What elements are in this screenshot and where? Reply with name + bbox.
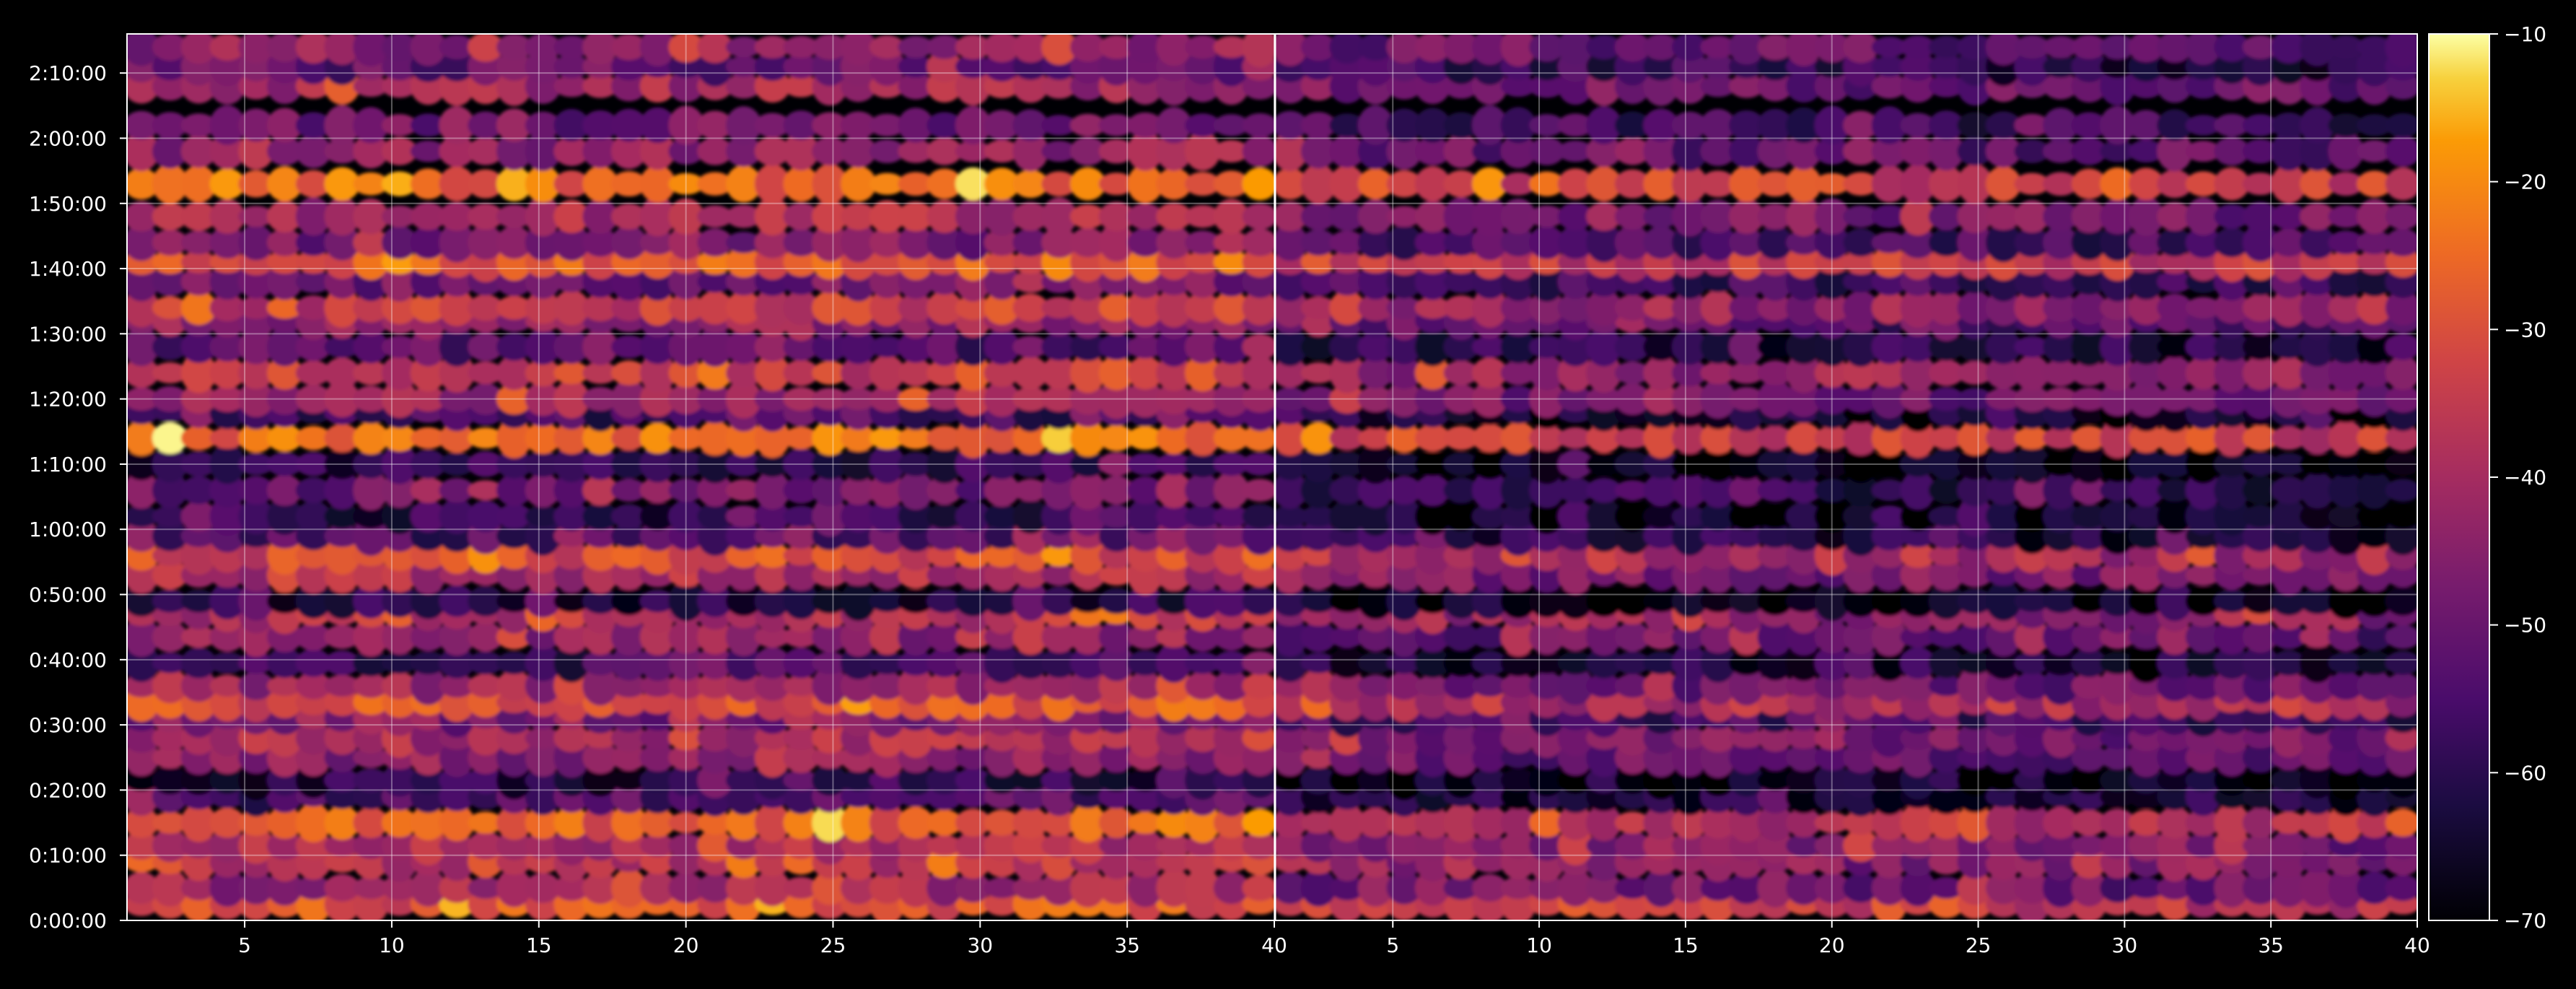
colorbar-tick-label: −10 — [2504, 22, 2546, 46]
heatmap-cell — [2385, 334, 2417, 360]
x-tick-label: 30 — [2112, 933, 2138, 957]
heatmap-cell — [2385, 479, 2417, 502]
colorbar-tick-label: −50 — [2504, 614, 2546, 637]
heatmap-cell — [1242, 874, 1274, 902]
x-axis-left: 5 10 15 20 25 30 35 40 — [238, 920, 1287, 957]
colorbar-tick-label: −70 — [2504, 909, 2546, 933]
heatmap-cell — [1242, 504, 1274, 529]
y-tick-label: 0:10:00 — [29, 844, 107, 868]
heatmap-cell — [1242, 650, 1274, 675]
colorbar-gradient — [2428, 33, 2490, 921]
x-tick-label: 35 — [2258, 933, 2284, 957]
y-tick-label: 0:30:00 — [29, 713, 107, 737]
x-tick-label: 40 — [1261, 933, 1287, 957]
heatmap-chart: 0:00:00 0:10:00 0:20:00 0:30:00 0:40:00 0:50:… — [29, 22, 2546, 957]
heatmap-cell — [2385, 586, 2417, 616]
x-tick-label: 20 — [673, 933, 699, 957]
y-tick-label: 1:20:00 — [29, 388, 107, 411]
chart-root: 0:00:00 0:10:00 0:20:00 0:30:00 0:40:00 0:50:… — [0, 0, 2576, 985]
x-tick-label: 5 — [1386, 933, 1399, 957]
heatmap-cell — [1242, 203, 1274, 230]
colorbar-tick-label: −60 — [2504, 761, 2546, 785]
y-tick-label: 0:40:00 — [29, 648, 107, 672]
heatmap-cell — [1242, 809, 1274, 837]
heatmap-cell — [2385, 203, 2417, 230]
y-tick-label: 1:00:00 — [29, 518, 107, 541]
heatmap-cell — [2385, 504, 2417, 529]
heatmap-cell — [1242, 334, 1274, 360]
heatmap-cell — [2385, 809, 2417, 837]
heatmap-cell — [2385, 113, 2417, 138]
heatmap-cell — [2385, 356, 2417, 390]
heatmap-cell — [1242, 228, 1274, 257]
colorbar: −70 −60 −50 −40 −30 −20 −10 — [2428, 22, 2546, 933]
heatmap-cell — [1242, 113, 1274, 138]
heatmap-cell — [2385, 650, 2417, 675]
x-tick-label: 25 — [820, 933, 846, 957]
x-tick-label: 35 — [1114, 933, 1140, 957]
colorbar-tick-label: −30 — [2504, 318, 2546, 341]
y-tick-label: 1:30:00 — [29, 322, 107, 346]
heatmap-panel-left — [127, 34, 1275, 921]
y-tick-label: 1:50:00 — [29, 192, 107, 216]
heatmap-cell — [2385, 228, 2417, 257]
heatmap-cell — [2385, 135, 2417, 167]
heatmap-cell — [1242, 356, 1274, 390]
y-tick-label: 1:10:00 — [29, 453, 107, 476]
x-axis-right: 5 10 15 20 25 30 35 40 — [1386, 920, 2430, 957]
y-tick-label: 2:00:00 — [29, 126, 107, 150]
colorbar-tick-label: −40 — [2504, 466, 2546, 489]
x-tick-label: 15 — [526, 933, 552, 957]
x-tick-label: 10 — [379, 933, 405, 957]
heatmap-panel-right — [1276, 34, 2418, 921]
x-tick-label: 15 — [1673, 933, 1699, 957]
heatmap-cell — [1242, 586, 1274, 616]
x-tick-label: 5 — [238, 933, 251, 957]
x-tick-label: 30 — [967, 933, 993, 957]
x-tick-label: 40 — [2404, 933, 2430, 957]
heatmap-cell — [1242, 34, 1274, 68]
heatmap-cell — [2385, 673, 2417, 699]
x-tick-label: 10 — [1526, 933, 1552, 957]
x-tick-label: 25 — [1966, 933, 1992, 957]
heatmap-cell — [1242, 135, 1274, 167]
y-tick-label: 0:50:00 — [29, 583, 107, 607]
heatmap-cell — [1242, 167, 1274, 201]
x-tick-label: 20 — [1819, 933, 1845, 957]
heatmap-cell — [1242, 624, 1274, 649]
heatmap-cell — [2385, 34, 2417, 68]
y-tick-label: 0:00:00 — [29, 909, 107, 933]
y-axis: 0:00:00 0:10:00 0:20:00 0:30:00 0:40:00 0:50:… — [29, 61, 127, 933]
colorbar-tick-label: −20 — [2504, 170, 2546, 194]
heatmap-cell — [2385, 624, 2417, 649]
y-tick-label: 1:40:00 — [29, 257, 107, 281]
y-tick-label: 2:10:00 — [29, 61, 107, 85]
heatmap-cell — [1242, 479, 1274, 502]
heatmap-cell — [2385, 874, 2417, 902]
heatmap-cell — [1242, 673, 1274, 699]
y-tick-label: 0:20:00 — [29, 778, 107, 802]
heatmap-cell — [2385, 167, 2417, 201]
